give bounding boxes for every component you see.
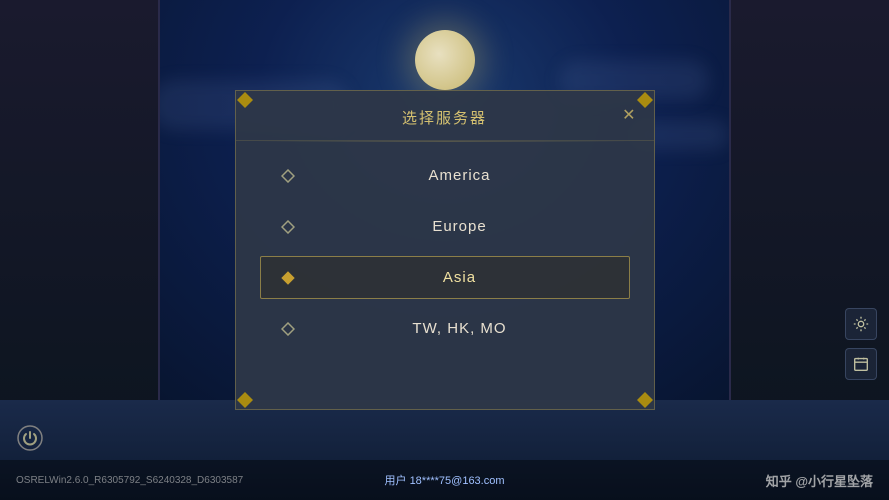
server-name-asia: Asia — [311, 269, 609, 286]
modal-header: 选择服务器 ✕ — [236, 91, 654, 141]
right-icons — [845, 308, 877, 380]
diamond-icon-europe — [281, 220, 295, 234]
modal-close-button[interactable]: ✕ — [622, 108, 637, 124]
corner-decoration-bl — [235, 390, 255, 410]
user-value: 18****75@163.com — [410, 475, 505, 487]
server-name-twhkmo: TW, HK, MO — [311, 320, 609, 337]
diamond-icon-asia — [281, 271, 295, 285]
user-info: 用户 18****75@163.com — [302, 472, 588, 488]
calendar-button[interactable] — [845, 348, 877, 380]
modal-overlay: 选择服务器 ✕ America Europe — [0, 0, 889, 500]
modal-title: 选择服务器 — [402, 110, 487, 127]
server-name-europe: Europe — [311, 218, 609, 235]
server-item-asia[interactable]: Asia — [260, 256, 630, 299]
server-item-europe[interactable]: Europe — [260, 205, 630, 248]
watermark: 知乎 @小行星坠落 — [587, 471, 873, 490]
bottom-bar: OSRELWin2.6.0_R6305792_S6240328_D6303587… — [0, 460, 889, 500]
corner-decoration-br — [635, 390, 655, 410]
settings-button[interactable] — [845, 308, 877, 340]
power-button[interactable] — [16, 424, 44, 452]
server-select-modal: 选择服务器 ✕ America Europe — [235, 90, 655, 410]
diamond-icon-twhkmo — [281, 322, 295, 336]
version-text: OSRELWin2.6.0_R6305792_S6240328_D6303587 — [16, 475, 302, 486]
user-label: 用户 — [385, 475, 407, 487]
server-item-twhkmo[interactable]: TW, HK, MO — [260, 307, 630, 350]
diamond-icon-america — [281, 169, 295, 183]
server-name-america: America — [311, 167, 609, 184]
server-list: America Europe Asia TW, — [236, 142, 654, 374]
server-item-america[interactable]: America — [260, 154, 630, 197]
